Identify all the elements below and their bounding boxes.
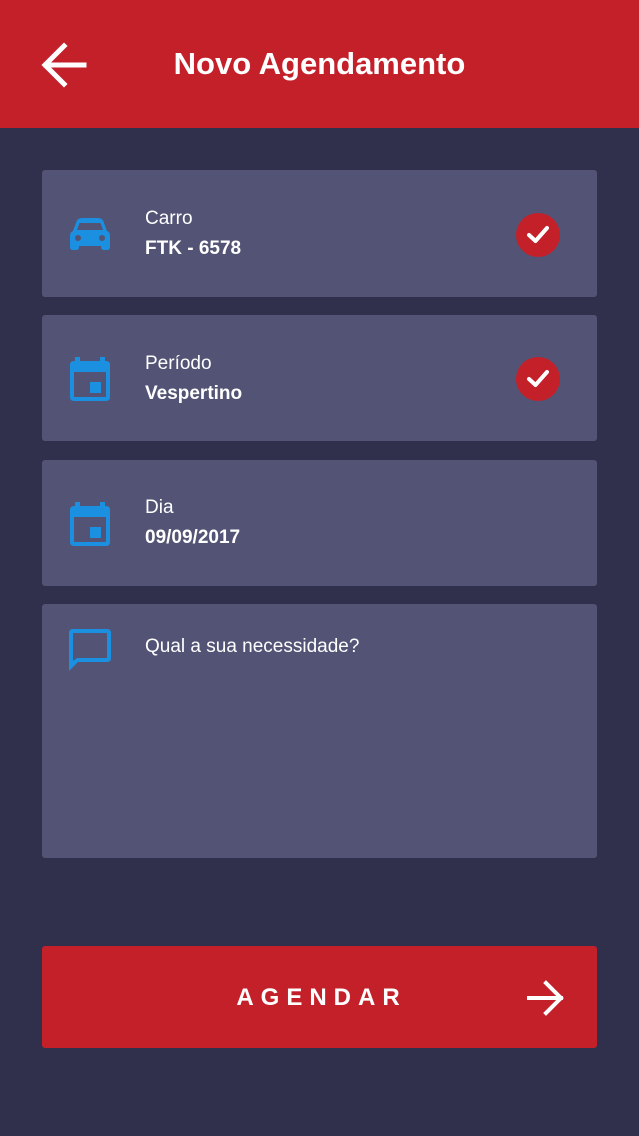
schedule-button-label: AGENDAR [236,984,407,1011]
page-title: Novo Agendamento [173,46,466,81]
car-value: FTK - 6578 [145,238,242,259]
car-icon [70,218,110,250]
comment-icon [69,629,111,671]
period-selected-badge [516,357,560,401]
need-field[interactable]: Qual a sua necessidade? [42,604,597,858]
day-label: Dia [145,497,174,518]
car-field[interactable]: Carro FTK - 6578 [42,170,597,297]
period-field[interactable]: Período Vespertino [42,315,597,441]
calendar-icon [70,502,110,546]
period-value: Vespertino [145,383,243,404]
calendar-icon [70,357,110,401]
car-label: Carro [145,208,193,229]
check-icon [527,370,549,387]
period-label: Período [145,353,212,374]
day-value: 09/09/2017 [145,527,241,548]
schedule-button[interactable]: AGENDAR [42,946,597,1048]
app-header: Novo Agendamento [0,0,639,128]
check-icon [527,226,549,243]
day-field[interactable]: Dia 09/09/2017 [42,460,597,586]
arrow-right-icon [527,980,564,1016]
car-selected-badge [516,213,560,257]
need-placeholder: Qual a sua necessidade? [145,636,360,657]
